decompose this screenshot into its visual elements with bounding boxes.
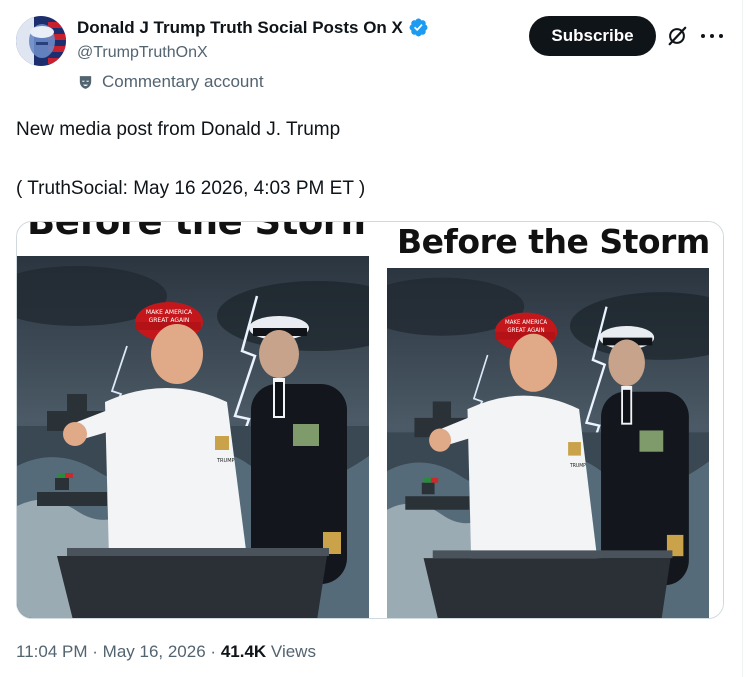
post-time[interactable]: 11:04 PM [16, 642, 88, 661]
post-footer: 11:04 PM · May 16, 2026 · 41.4K Views [16, 642, 316, 662]
author-display-name[interactable]: Donald J Trump Truth Social Posts On X [77, 18, 403, 38]
commentary-text: Commentary account [102, 72, 264, 91]
commentary-account-label[interactable]: Commentary account [77, 72, 264, 92]
views-label[interactable]: Views [271, 642, 316, 661]
media-image-2[interactable]: Before the Storm MAKE AMERICA GREAT AGAI… [373, 222, 723, 618]
avatar-image [16, 16, 66, 66]
media-image-1[interactable]: Before the Storm MAKE AMERICA GREAT AGAI… [17, 222, 379, 618]
verified-badge-icon[interactable] [408, 17, 429, 38]
views-count[interactable]: 41.4K [221, 642, 266, 661]
poster-illustration: MAKE AMERICA GREAT AGAIN TRUMP [17, 256, 369, 618]
more-icon[interactable] [701, 26, 723, 46]
footer-separator: · [210, 642, 217, 661]
more-dot [701, 34, 705, 38]
more-dot [719, 34, 723, 38]
cap-text: GREAT AGAIN [149, 317, 190, 324]
post-date[interactable]: May 16, 2026 [103, 642, 206, 661]
shirt-text: TRUMP [216, 458, 235, 464]
cap-text: MAKE AMERICA [505, 320, 547, 326]
grok-icon[interactable] [666, 25, 688, 47]
subscribe-button[interactable]: Subscribe [529, 16, 656, 56]
shirt-text: TRUMP [569, 463, 586, 469]
author-handle[interactable]: @TrumpTruthOnX [77, 44, 208, 62]
poster-title: Before the Storm [397, 222, 710, 261]
media-grid[interactable]: Before the Storm MAKE AMERICA GREAT AGAI… [16, 221, 724, 619]
poster-title: Before the Storm [27, 221, 379, 243]
cap-text: GREAT AGAIN [507, 328, 544, 334]
commentary-mask-icon [77, 74, 94, 91]
poster-illustration: MAKE AMERICA GREAT AGAIN TRUMP [387, 268, 709, 618]
post-source-line: ( TruthSocial: May 16 2026, 4:03 PM ET ) [16, 178, 366, 199]
author-name-row[interactable]: Donald J Trump Truth Social Posts On X [77, 17, 429, 38]
cap-text: MAKE AMERICA [146, 309, 193, 316]
footer-separator: · [92, 642, 98, 661]
more-dot [710, 34, 714, 38]
avatar[interactable] [16, 16, 66, 66]
post-text: New media post from Donald J. Trump [16, 119, 341, 140]
timeline-border [742, 0, 743, 677]
